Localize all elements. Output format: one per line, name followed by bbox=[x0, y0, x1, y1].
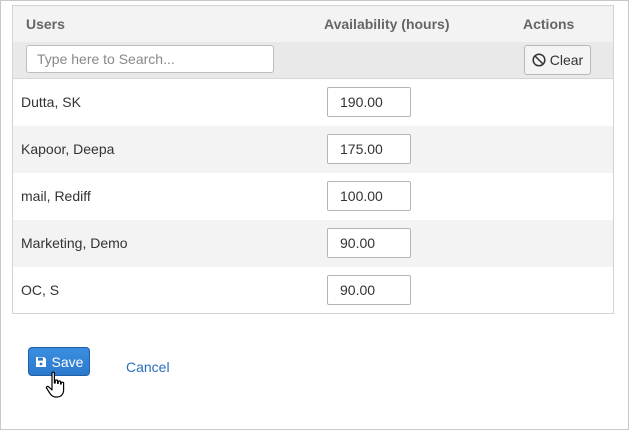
search-input[interactable] bbox=[26, 45, 274, 73]
table-row: Dutta, SK bbox=[13, 79, 613, 126]
clear-label: Clear bbox=[549, 52, 584, 68]
table-row: Marketing, Demo bbox=[13, 220, 613, 267]
table-row: mail, Rediff bbox=[13, 173, 613, 220]
hand-pointer-icon bbox=[45, 371, 65, 398]
hours-input[interactable] bbox=[327, 228, 411, 258]
floppy-disk-icon bbox=[35, 356, 46, 367]
grid-header: Users Availability (hours) Actions bbox=[13, 6, 613, 43]
hours-input[interactable] bbox=[327, 181, 411, 211]
table-row: OC, S bbox=[13, 267, 613, 314]
ban-icon bbox=[532, 53, 546, 67]
user-name: OC, S bbox=[21, 282, 60, 298]
hours-input[interactable] bbox=[327, 134, 411, 164]
filter-row: Clear bbox=[13, 42, 613, 79]
clear-button[interactable]: Clear bbox=[524, 45, 591, 75]
user-name: Marketing, Demo bbox=[21, 235, 128, 251]
hours-input[interactable] bbox=[327, 275, 411, 305]
save-label: Save bbox=[51, 353, 84, 370]
column-header-actions: Actions bbox=[523, 16, 575, 32]
cancel-link[interactable]: Cancel bbox=[126, 359, 170, 375]
column-header-availability[interactable]: Availability (hours) bbox=[324, 16, 450, 32]
user-name: mail, Rediff bbox=[21, 188, 91, 204]
user-name: Dutta, SK bbox=[21, 94, 81, 110]
user-name: Kapoor, Deepa bbox=[21, 141, 115, 157]
column-header-users[interactable]: Users bbox=[26, 16, 65, 32]
dialog-frame: Users Availability (hours) Actions Clear… bbox=[0, 0, 629, 430]
hours-input[interactable] bbox=[327, 87, 411, 117]
table-row: Kapoor, Deepa bbox=[13, 126, 613, 173]
availability-grid: Users Availability (hours) Actions Clear… bbox=[12, 5, 614, 314]
